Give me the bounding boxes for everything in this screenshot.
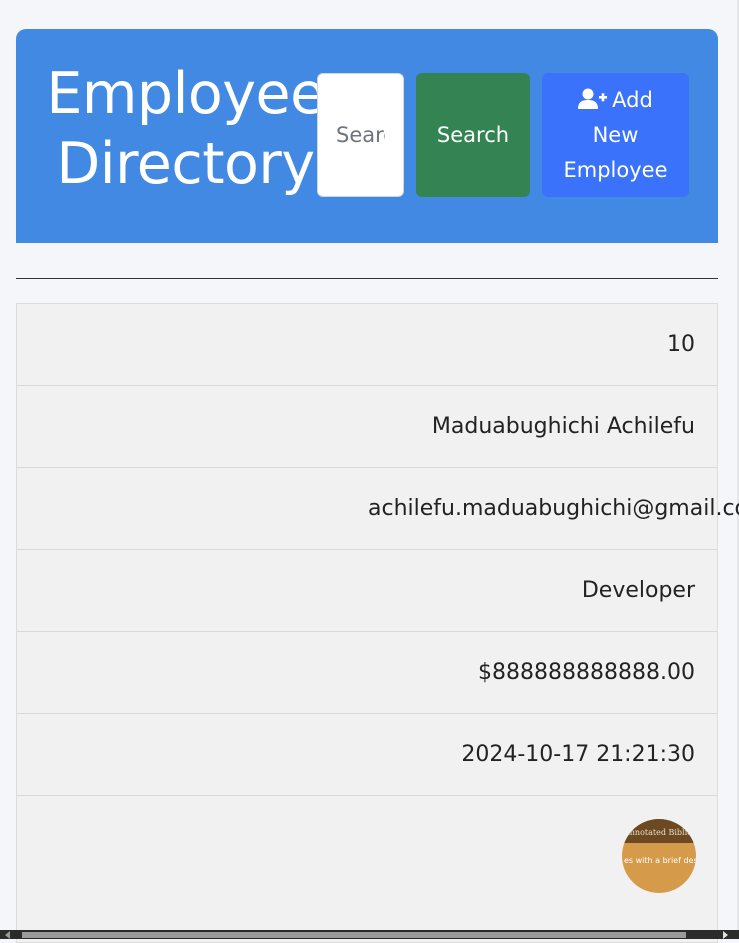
scroll-left-icon[interactable] bbox=[5, 931, 10, 939]
search-input[interactable] bbox=[317, 73, 404, 197]
scroll-right-icon[interactable] bbox=[723, 931, 728, 939]
page-title: Employee Directory bbox=[38, 59, 333, 199]
page-title-line1: Employee bbox=[46, 61, 325, 127]
add-employee-button[interactable]: Add New Employee bbox=[542, 73, 689, 197]
page-title-line2: Directory bbox=[56, 131, 315, 197]
employee-card: 10 Maduabughichi Achilefu achilefu.madua… bbox=[16, 303, 739, 943]
floating-badge[interactable]: Annotated Bibliography es with a brief d… bbox=[622, 819, 696, 893]
employee-position-row: Developer bbox=[17, 550, 717, 632]
floating-badge-title: Annotated Bibliography bbox=[624, 828, 696, 837]
add-button-line1: Add bbox=[542, 83, 689, 118]
employee-email: achilefu.maduabughichi@gmail.com bbox=[368, 496, 739, 521]
employee-name: Maduabughichi Achilefu bbox=[431, 414, 695, 439]
employee-email-row: achilefu.maduabughichi@gmail.com bbox=[17, 468, 739, 550]
divider bbox=[16, 278, 718, 279]
user-plus-icon bbox=[578, 88, 608, 109]
search-button[interactable]: Search bbox=[416, 73, 530, 197]
floating-badge-subtitle: es with a brief desc bbox=[624, 856, 696, 865]
scrollbar-thumb[interactable] bbox=[22, 932, 686, 938]
employee-created-at: 2024-10-17 21:21:30 bbox=[461, 742, 695, 767]
add-button-label-1: Add bbox=[612, 87, 653, 112]
horizontal-scrollbar[interactable] bbox=[0, 930, 739, 939]
employee-created-row: 2024-10-17 21:21:30 bbox=[17, 714, 717, 796]
add-button-label-3: Employee bbox=[563, 157, 668, 182]
employee-id: 10 bbox=[667, 332, 695, 357]
employee-id-row: 10 bbox=[17, 304, 717, 386]
header-banner: Employee Directory Search Add New Employ… bbox=[16, 29, 718, 243]
employee-salary-row: $888888888888.00 bbox=[17, 632, 717, 714]
employee-salary: $888888888888.00 bbox=[478, 660, 695, 685]
employee-name-row: Maduabughichi Achilefu bbox=[17, 386, 717, 468]
employee-position: Developer bbox=[581, 578, 695, 603]
add-button-label-2: New bbox=[592, 122, 639, 147]
